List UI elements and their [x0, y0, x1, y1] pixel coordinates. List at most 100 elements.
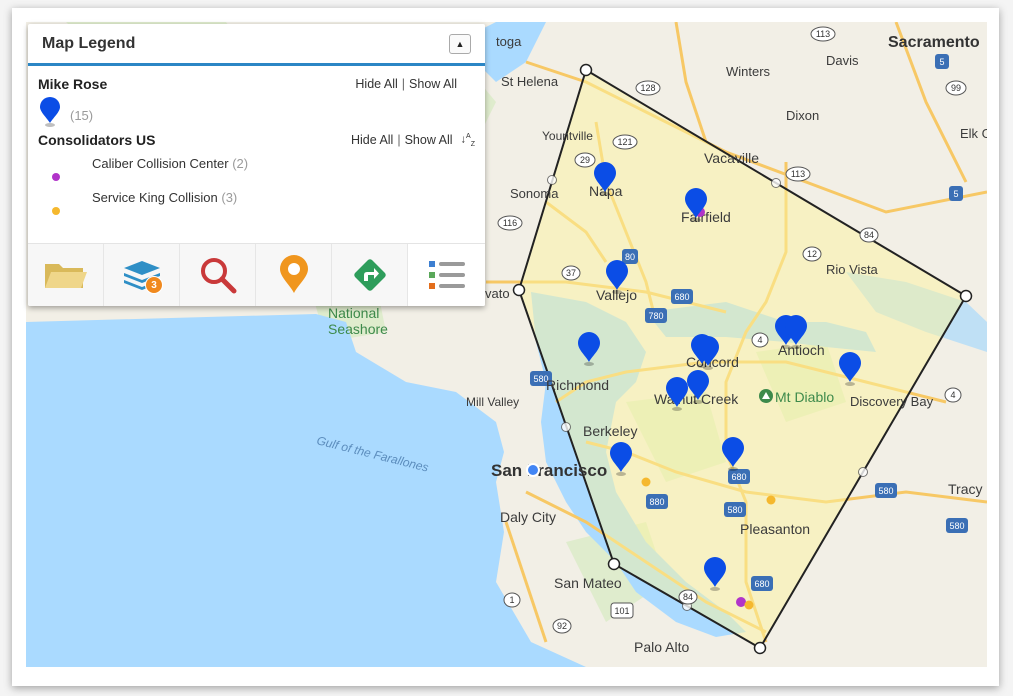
label-pleasanton: Pleasanton	[740, 521, 810, 537]
map-pin-icon	[279, 255, 308, 293]
layer-title: Consolidators US	[38, 132, 156, 148]
label-mt-diablo: Mt Diablo	[775, 389, 834, 405]
item-label: Service King Collision	[92, 190, 218, 205]
search-icon	[200, 258, 236, 294]
svg-text:580: 580	[949, 521, 964, 531]
link-separator: |	[397, 133, 401, 147]
label-sacramento: Sacramento	[888, 34, 980, 51]
svg-text:80: 80	[625, 252, 635, 262]
svg-text:680: 680	[754, 579, 769, 589]
svg-text:680: 680	[674, 292, 689, 302]
svg-text:84: 84	[864, 230, 874, 240]
directions-button[interactable]	[332, 244, 408, 306]
item-label: Caliber Collision Center	[92, 156, 229, 171]
map-pin-icon	[40, 97, 60, 127]
show-all-link[interactable]: Show All	[409, 77, 457, 91]
svg-text:680: 680	[731, 472, 746, 482]
label-winters: Winters	[726, 64, 771, 79]
label-sonoma: Sonoma	[510, 186, 559, 201]
svg-text:880: 880	[649, 497, 664, 507]
search-button[interactable]	[180, 244, 256, 306]
marker-count: (15)	[70, 107, 94, 123]
legend-title: Map Legend	[42, 34, 136, 52]
svg-text:92: 92	[557, 621, 567, 631]
caliber-color-dot	[52, 173, 60, 181]
caliber-dot	[736, 597, 746, 607]
svg-text:580: 580	[727, 505, 742, 515]
svg-text:580: 580	[878, 486, 893, 496]
label-fairfield: Fairfield	[681, 209, 731, 225]
label-san-francisco: San Francisco	[491, 461, 607, 480]
label-elk-grove: Elk G	[960, 126, 987, 141]
map-legend-panel: Map Legend ▲ Mike Rose Hide All | Show A…	[28, 24, 485, 306]
label-yountville: Yountville	[542, 129, 593, 143]
legend-toolbar: 3	[28, 243, 485, 306]
legend-item-service-king[interactable]: Service King Collision (3)	[38, 186, 475, 220]
caret-up-icon[interactable]: ▲	[449, 33, 471, 54]
label-novato: vato	[485, 286, 510, 301]
layer-consolidators: Consolidators US Hide All | Show All ↓AZ…	[28, 128, 485, 220]
folder-button[interactable]	[28, 244, 104, 306]
marker-row[interactable]: (15)	[38, 96, 475, 128]
svg-text:12: 12	[807, 249, 817, 259]
svg-text:113: 113	[816, 29, 830, 39]
label-san-mateo: San Mateo	[554, 575, 622, 591]
svg-text:121: 121	[617, 137, 632, 147]
label-rio-vista: Rio Vista	[826, 262, 879, 277]
svg-text:4: 4	[757, 335, 762, 345]
directions-icon	[353, 259, 386, 291]
label-richmond: Richmond	[546, 377, 609, 393]
item-count: (2)	[232, 156, 249, 171]
svg-text:29: 29	[580, 155, 590, 165]
link-separator: |	[401, 77, 406, 91]
location-pin-button[interactable]	[256, 244, 332, 306]
layers-button[interactable]: 3	[104, 244, 180, 306]
show-all-link[interactable]: Show All	[405, 133, 453, 147]
service-king-dot	[766, 495, 776, 505]
legend-item-caliber[interactable]: Caliber Collision Center (2)	[38, 152, 475, 186]
label-national: National	[328, 305, 379, 321]
label-berkeley: Berkeley	[583, 423, 637, 439]
label-palo-alto: Palo Alto	[634, 639, 689, 655]
sort-az-icon[interactable]: ↓AZ	[461, 133, 475, 148]
label-saratoga: toga	[496, 34, 522, 49]
svg-text:101: 101	[614, 606, 629, 616]
label-daly-city: Daly City	[500, 509, 556, 525]
svg-text:1: 1	[509, 595, 514, 605]
label-antioch: Antioch	[778, 342, 825, 358]
label-discovery-bay: Discovery Bay	[850, 394, 934, 409]
label-st-helena: St Helena	[501, 74, 559, 89]
hide-all-link[interactable]: Hide All	[351, 133, 393, 147]
svg-text:128: 128	[640, 83, 655, 93]
item-count: (3)	[221, 190, 238, 205]
legend-list-button[interactable]	[408, 244, 485, 306]
layer-title: Mike Rose	[38, 76, 108, 92]
service-king-dot	[641, 477, 651, 487]
current-location-dot	[526, 463, 540, 477]
folder-icon	[44, 264, 87, 288]
svg-text:99: 99	[951, 83, 961, 93]
svg-text:780: 780	[648, 311, 663, 321]
svg-text:5: 5	[939, 57, 944, 67]
layer-mike-rose: Mike Rose Hide All | Show All (15)	[28, 66, 485, 128]
layers-count-badge: 3	[145, 276, 163, 294]
label-dixon: Dixon	[786, 108, 819, 123]
svg-text:4: 4	[950, 390, 955, 400]
label-tracy: Tracy	[948, 481, 982, 497]
label-seashore: Seashore	[328, 321, 388, 337]
svg-text:84: 84	[683, 592, 693, 602]
legend-header: Map Legend ▲	[28, 24, 485, 66]
label-davis: Davis	[826, 53, 859, 68]
svg-text:113: 113	[791, 169, 805, 179]
label-vacaville: Vacaville	[704, 150, 759, 166]
legend-list-icon	[428, 261, 465, 289]
park-icon	[759, 389, 773, 403]
service-king-color-dot	[52, 207, 60, 215]
svg-text:5: 5	[953, 189, 958, 199]
label-vallejo: Vallejo	[596, 287, 637, 303]
svg-text:37: 37	[566, 268, 576, 278]
svg-text:116: 116	[503, 218, 517, 228]
hide-all-link[interactable]: Hide All	[355, 77, 397, 91]
label-mill-valley: Mill Valley	[466, 395, 519, 409]
service-king-dot	[744, 600, 754, 610]
